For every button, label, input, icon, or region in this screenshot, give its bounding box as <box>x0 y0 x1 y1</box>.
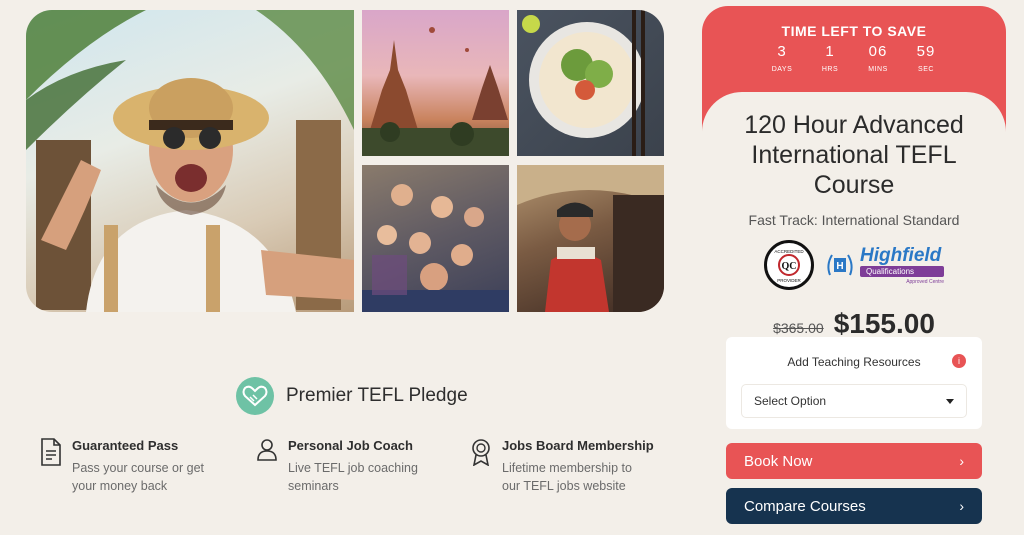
timer-label: DAYS <box>771 66 793 73</box>
book-now-label: Book Now <box>744 452 813 470</box>
document-icon <box>40 438 64 466</box>
timer-hours: 1 HRS <box>817 43 843 73</box>
caret-down-icon <box>946 398 954 404</box>
pledge-header: Premier TEFL Pledge <box>236 377 468 415</box>
feature-desc: Lifetime membership to our TEFL jobs web… <box>502 461 632 493</box>
course-title-line: 120 Hour Advanced <box>744 111 964 139</box>
timer-days: 3 DAYS <box>769 43 795 73</box>
compare-courses-button[interactable]: Compare Courses › <box>726 488 982 524</box>
current-price: $155.00 <box>833 308 935 339</box>
chevron-right-icon: › <box>959 453 964 469</box>
course-title: 120 Hour Advanced International TEFL Cou… <box>702 110 1006 200</box>
course-title-line: International TEFL <box>751 141 957 169</box>
timer-value: 3 <box>777 43 787 60</box>
chevron-right-icon: › <box>959 498 964 514</box>
highfield-word: Highfield <box>860 244 942 266</box>
feature-desc: Live TEFL job coaching seminars <box>288 461 418 493</box>
feature-job-coach: Personal Job Coach Live TEFL job coachin… <box>256 438 428 495</box>
feature-desc: Pass your course or get your money back <box>72 461 205 493</box>
accred-mid: QC <box>782 261 797 272</box>
feature-title: Guaranteed Pass <box>72 438 179 453</box>
course-panel: TIME LEFT TO SAVE 3 DAYS 1 HRS 06 MINS 5… <box>702 6 1006 535</box>
handshake-icon <box>236 377 274 415</box>
feature-title: Personal Job Coach <box>288 438 413 453</box>
price-row: $365.00 $155.00 <box>702 308 1006 340</box>
timer-label: HRS <box>821 66 839 73</box>
noodle-bowl-image <box>517 10 664 156</box>
timer-label: SEC <box>918 66 934 73</box>
add-resources-label: Add Teaching Resources <box>787 355 921 369</box>
add-resources-box: Add Teaching Resources i Select Option <box>726 337 982 429</box>
classroom-group-image <box>362 165 509 312</box>
timer-value: 06 <box>868 43 888 60</box>
feature-title: Jobs Board Membership <box>502 438 654 453</box>
course-title-line: Course <box>813 171 895 199</box>
timer-label: MINS <box>868 66 888 73</box>
tribal-woman-image <box>517 165 664 312</box>
timer-minutes: 06 MINS <box>865 43 891 73</box>
info-icon[interactable]: i <box>952 354 966 368</box>
timer-title: TIME LEFT TO SAVE <box>781 23 927 39</box>
highfield-small: Approved Centre <box>906 278 944 285</box>
photo-gallery <box>26 10 664 312</box>
resources-select[interactable]: Select Option <box>742 385 966 417</box>
book-now-button[interactable]: Book Now › <box>726 443 982 479</box>
award-icon <box>470 438 494 467</box>
pledge-title: Premier TEFL Pledge <box>286 385 468 406</box>
timer-seconds: 59 SEC <box>913 43 939 73</box>
traveler-selfie-image <box>26 10 354 312</box>
highfield-sub: Qualifications <box>860 265 944 277</box>
select-value: Select Option <box>754 394 827 408</box>
accred-bottom: PROVIDER <box>777 278 801 283</box>
accredited-provider-logo: ACCREDITED QC PROVIDER <box>764 240 814 290</box>
timer-value: 1 <box>825 43 835 60</box>
compare-courses-label: Compare Courses <box>744 497 866 515</box>
person-icon <box>256 438 280 466</box>
countdown-timer: 3 DAYS 1 HRS 06 MINS 59 SEC <box>702 43 1006 73</box>
course-card: 120 Hour Advanced International TEFL Cou… <box>702 92 1006 535</box>
accreditation-logos: ACCREDITED QC PROVIDER H Highfield Quali… <box>702 240 1006 290</box>
timer-value: 59 <box>916 43 936 60</box>
svg-text:H: H <box>836 261 843 272</box>
accred-top: ACCREDITED <box>774 249 804 254</box>
old-price: $365.00 <box>773 320 824 336</box>
temple-sunset-image <box>362 10 509 156</box>
course-subtitle: Fast Track: International Standard <box>748 212 960 228</box>
laurel-icon: H <box>827 254 853 276</box>
highfield-logo: H Highfield Qualifications Approved Cent… <box>824 244 944 285</box>
feature-guaranteed-pass: Guaranteed Pass Pass your course or get … <box>40 438 212 495</box>
feature-jobs-board: Jobs Board Membership Lifetime membershi… <box>470 438 654 495</box>
